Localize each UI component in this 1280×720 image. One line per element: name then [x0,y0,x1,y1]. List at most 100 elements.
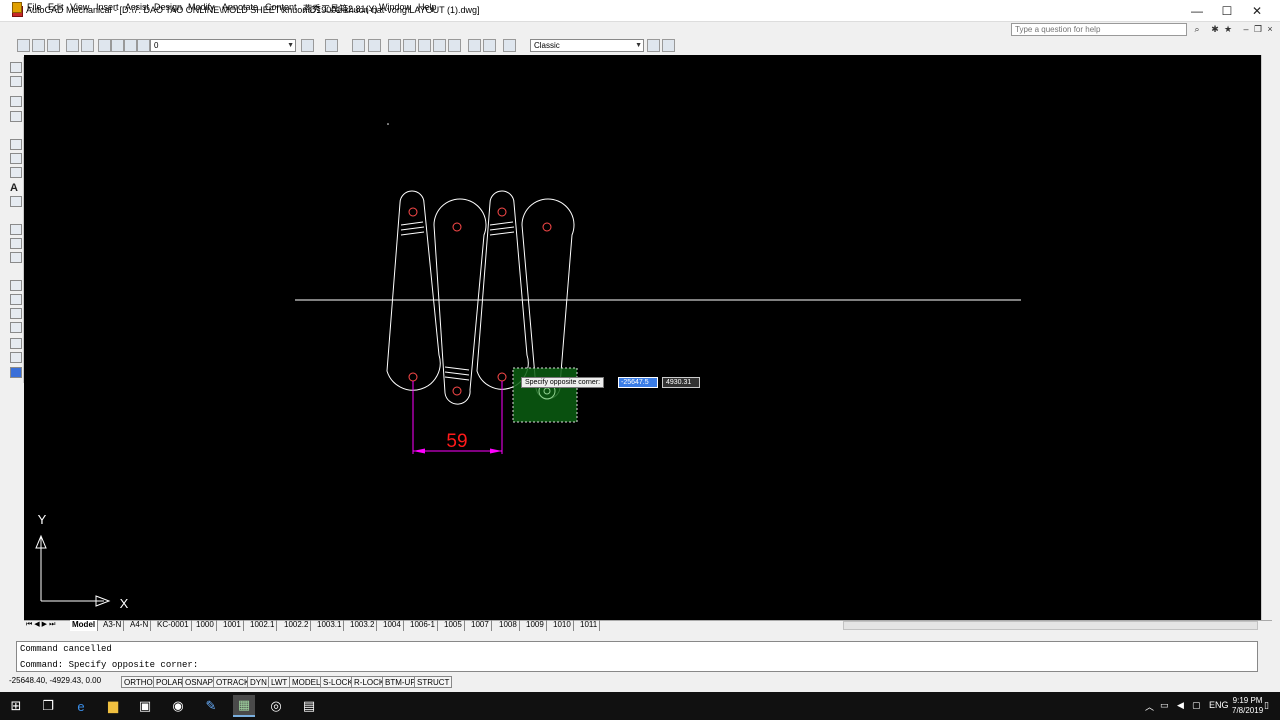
plot-preview-icon[interactable] [81,39,94,52]
notifications-icon[interactable]: ▯ [1264,700,1269,711]
model-toggle[interactable]: MODEL [289,676,324,688]
erase-icon[interactable] [10,224,22,235]
menu-annotate[interactable]: Annotate [222,2,258,12]
open-icon[interactable] [32,39,45,52]
osnap-toggle[interactable]: OSNAP [182,676,217,688]
copy-icon[interactable] [10,238,22,249]
zoom-window-icon[interactable] [418,39,431,52]
tab-1007[interactable]: 1007 [469,620,492,631]
layer-properties-icon[interactable] [10,367,22,378]
new-icon[interactable] [17,39,30,52]
network-tray-icon[interactable]: ▭ [1160,700,1169,711]
zoom-realtime-icon[interactable] [403,39,416,52]
tab-1006-1[interactable]: 1006-1 [408,620,438,631]
tab-nav-arrows[interactable]: ⏮◀▶⏭ [26,620,57,629]
tab-1010[interactable]: 1010 [551,620,574,631]
menu-window[interactable]: Window [379,2,411,12]
horizontal-scrollbar[interactable] [843,621,1258,630]
menu-file[interactable]: File [27,2,42,12]
paint-icon[interactable]: ✎ [202,697,220,715]
zoom-previous-icon[interactable] [433,39,446,52]
dyn-toggle[interactable]: DYN [247,676,270,688]
tool-palettes-icon[interactable] [483,39,496,52]
tab-1005[interactable]: 1005 [442,620,465,631]
line-icon[interactable] [10,62,22,73]
workspace-save-icon[interactable] [662,39,675,52]
dimension-icon[interactable] [10,196,22,207]
document-icon[interactable] [12,2,22,13]
action-center-tray-icon[interactable]: ▢ [1192,700,1201,711]
rotate-icon[interactable] [10,322,22,333]
help-icon[interactable] [503,39,516,52]
layer-lock-icon[interactable] [124,39,137,52]
vertical-scrollbar[interactable] [1261,55,1272,621]
tab-a3-n[interactable]: A3-N [101,620,125,631]
match-properties-icon[interactable] [352,39,365,52]
menu-content[interactable]: Content [265,2,297,12]
tab-a4-n[interactable]: A4-N [128,620,152,631]
move-icon[interactable] [10,308,22,319]
undo-icon[interactable] [301,39,314,52]
menu-insert[interactable]: Insert [96,2,119,12]
doc-restore-icon[interactable]: ❐ [1252,23,1264,35]
language-indicator[interactable]: ENG [1209,700,1229,710]
lwt-toggle[interactable]: LWT [268,676,291,688]
communication-center-icon[interactable]: ✱ [1209,23,1221,35]
tab-1002-2[interactable]: 1002.2 [282,620,312,631]
file-explorer-icon[interactable]: ▆ [104,697,122,715]
arc-icon[interactable] [10,139,22,150]
search-icon[interactable]: ⌕ [1191,23,1203,35]
tab-1008[interactable]: 1008 [497,620,520,631]
doc-close-icon[interactable]: × [1264,23,1276,35]
tab-1003-2[interactable]: 1003.2 [348,620,378,631]
trim-icon[interactable] [10,352,22,363]
menu-edit[interactable]: Edit [48,2,64,12]
tab-1009[interactable]: 1009 [524,620,547,631]
tab-1001[interactable]: 1001 [221,620,244,631]
offset-icon[interactable] [10,280,22,291]
menu-help[interactable]: Help [418,2,437,12]
coordinate-readout[interactable]: -25648.40, -4929.43, 0.00 [9,676,101,685]
chrome-icon[interactable]: ◎ [267,697,285,715]
tab-kc-0001[interactable]: KC-0001 [155,620,192,631]
workspace-dropdown[interactable]: Classic ▼ [530,39,644,52]
windows-start-icon[interactable]: ⊞ [7,697,25,715]
tab-1000[interactable]: 1000 [194,620,217,631]
redo-icon[interactable] [325,39,338,52]
menu-yanxiu-toolbox[interactable]: 燕秀工具箱2.81(Y) [303,2,378,15]
pan-icon[interactable] [388,39,401,52]
ortho-toggle[interactable]: ORTHO [121,676,156,688]
block-editor-icon[interactable] [368,39,381,52]
hatch-icon[interactable] [10,167,22,178]
task-view-icon[interactable]: ❐ [39,697,57,715]
obs-icon[interactable]: ◉ [169,697,187,715]
menu-modify[interactable]: Modify [188,2,215,12]
array-icon[interactable] [10,294,22,305]
layer-color-icon[interactable] [137,39,150,52]
layer-freeze-icon[interactable] [111,39,124,52]
command-window[interactable]: Command cancelled Command: Specify oppos… [16,641,1258,672]
link-1[interactable] [386,190,441,391]
construction-line-icon[interactable] [10,76,22,87]
circle-icon[interactable] [10,153,22,164]
edge-browser-icon[interactable]: e [72,697,90,715]
dynamic-input-x-field[interactable]: -25647.5 [618,377,658,388]
menu-design[interactable]: Design [154,2,182,12]
show-hidden-icons[interactable]: ︿ [1145,700,1154,713]
tab-1004[interactable]: 1004 [381,620,404,631]
volume-tray-icon[interactable]: ◀ [1177,700,1184,711]
properties-icon[interactable] [448,39,461,52]
struct-toggle[interactable]: STRUCT [414,676,453,688]
mirror-icon[interactable] [10,252,22,263]
link-3[interactable] [476,190,529,390]
design-center-icon[interactable] [468,39,481,52]
maximize-button[interactable]: ☐ [1212,0,1242,22]
workspace-settings-icon[interactable] [647,39,660,52]
clock[interactable]: 9:19 PM 7/8/2019 [1232,696,1263,716]
doc-minimize-icon[interactable]: ‒ [1240,23,1252,35]
tab-1011[interactable]: 1011 [578,620,601,631]
layer-dropdown[interactable]: 0 ▼ [150,39,296,52]
scale-icon[interactable] [10,338,22,349]
save-icon[interactable] [47,39,60,52]
tab-1002-1[interactable]: 1002.1 [248,620,278,631]
